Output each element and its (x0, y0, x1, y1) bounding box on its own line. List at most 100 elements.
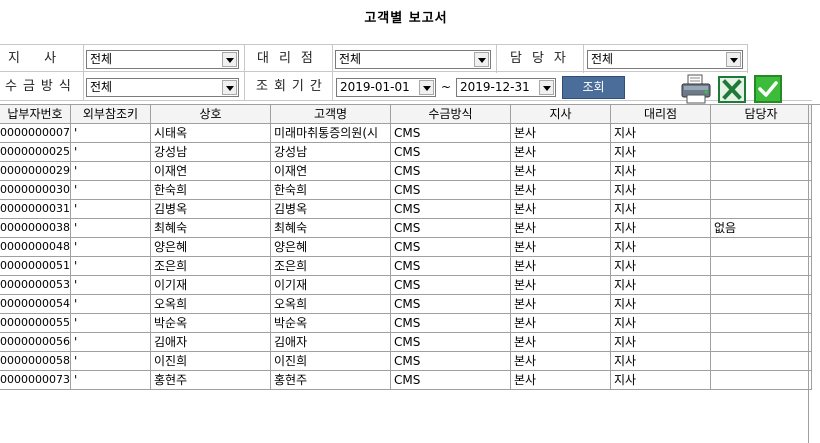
column-header[interactable]: 수금방식 (390, 105, 511, 124)
table-cell: 0000000051 (0, 256, 71, 276)
page-title: 고객별 보고서 (364, 11, 448, 26)
chevron-down-icon[interactable] (726, 52, 741, 67)
table-cell: 지사 (610, 256, 711, 276)
column-header[interactable]: 지사 (510, 105, 611, 124)
table-cell: CMS (390, 237, 511, 257)
table-cell: 지사 (610, 218, 711, 238)
table-cell: 0000000048 (0, 237, 71, 257)
grid-right-border (808, 104, 809, 443)
table-cell: ' (70, 123, 151, 143)
table-cell: 이기재 (270, 275, 391, 295)
divider (244, 73, 245, 101)
table-row[interactable]: 0000000051 ' 조은희 조은희 CMS 본사 지사 (0, 256, 812, 276)
table-cell: 0000000056 (0, 332, 71, 352)
table-row[interactable]: 0000000031 ' 김병옥 김병옥 CMS 본사 지사 (0, 199, 812, 219)
table-cell: 강성남 (150, 142, 271, 162)
table-cell: 지사 (610, 237, 711, 257)
date-to-value: 2019-12-31 (460, 80, 530, 94)
chevron-down-icon[interactable] (474, 52, 489, 67)
table-cell: 지사 (610, 313, 711, 333)
divider (332, 73, 333, 101)
customer-grid: 납부자번호 외부참조키 상호 고객명 수금방식 지사 대리점 담당자 0000000007 ' 시… (0, 104, 820, 443)
table-cell: 0000000053 (0, 275, 71, 295)
chevron-down-icon[interactable] (222, 52, 237, 67)
table-cell: 본사 (510, 199, 611, 219)
agency-select-value: 전체 (339, 52, 362, 66)
chevron-down-icon[interactable] (539, 80, 554, 95)
table-row[interactable]: 0000000048 ' 양은혜 양은혜 CMS 본사 지사 (0, 237, 812, 257)
manager-select[interactable]: 전체 (587, 50, 743, 69)
table-row[interactable]: 0000000056 ' 김애자 김애자 CMS 본사 지사 (0, 332, 812, 352)
table-row[interactable]: 0000000030 ' 한숙희 한숙희 CMS 본사 지사 (0, 180, 812, 200)
table-cell: 본사 (510, 313, 611, 333)
table-cell: 본사 (510, 123, 611, 143)
table-cell: CMS (390, 370, 511, 390)
date-from-picker[interactable]: 2019-01-01 (336, 78, 436, 97)
table-cell: 본사 (510, 332, 611, 352)
table-cell: 본사 (510, 370, 611, 390)
column-header[interactable]: 고객명 (270, 105, 391, 124)
table-cell: 본사 (510, 275, 611, 295)
manager-label: 담당자 (510, 51, 576, 66)
table-cell (710, 199, 812, 219)
table-cell: 본사 (510, 218, 611, 238)
table-cell: 이기재 (150, 275, 271, 295)
table-cell: 박순옥 (270, 313, 391, 333)
table-row[interactable]: 0000000007 ' 시태옥 미래마취통증의원(시 CMS 본사 지사 (0, 123, 812, 143)
table-cell (710, 161, 812, 181)
column-header[interactable]: 담당자 (710, 105, 812, 124)
table-row[interactable]: 0000000025 ' 강성남 강성남 CMS 본사 지사 (0, 142, 812, 162)
branch-select[interactable]: 전체 (86, 50, 239, 69)
divider (583, 45, 584, 73)
table-cell: 김애자 (270, 332, 391, 352)
payment-select[interactable]: 전체 (86, 78, 239, 97)
date-to-picker[interactable]: 2019-12-31 (456, 78, 556, 97)
manager-select-value: 전체 (591, 52, 614, 66)
column-header[interactable]: 납부자번호 (0, 105, 71, 124)
table-cell: 본사 (510, 161, 611, 181)
check-icon[interactable] (754, 75, 782, 103)
table-cell: 지사 (610, 142, 711, 162)
table-cell: 0000000029 (0, 161, 71, 181)
excel-icon[interactable] (718, 76, 746, 103)
table-cell: 지사 (610, 294, 711, 314)
table-row[interactable]: 0000000054 ' 오옥희 오옥희 CMS 본사 지사 (0, 294, 812, 314)
table-cell: 지사 (610, 161, 711, 181)
chevron-down-icon[interactable] (419, 80, 434, 95)
table-cell: 김병옥 (150, 199, 271, 219)
table-cell: 본사 (510, 256, 611, 276)
payment-select-value: 전체 (90, 80, 113, 94)
table-cell: 0000000058 (0, 351, 71, 371)
table-row[interactable]: 0000000073 ' 홍현주 홍현주 CMS 본사 지사 (0, 370, 812, 390)
table-cell: 지사 (610, 332, 711, 352)
table-body: 0000000007 ' 시태옥 미래마취통증의원(시 CMS 본사 지사 000000002… (0, 123, 812, 390)
table-cell (710, 294, 812, 314)
table-cell: 시태옥 (150, 123, 271, 143)
table-cell: 박순옥 (150, 313, 271, 333)
agency-select[interactable]: 전체 (335, 50, 491, 69)
chevron-down-icon[interactable] (222, 80, 237, 95)
table-cell: ' (70, 142, 151, 162)
column-header[interactable]: 상호 (150, 105, 271, 124)
table-row[interactable]: 0000000055 ' 박순옥 박순옥 CMS 본사 지사 (0, 313, 812, 333)
table-cell: CMS (390, 218, 511, 238)
branch-label: 지 사 (8, 51, 67, 66)
column-header[interactable]: 외부참조키 (70, 105, 151, 124)
table-row[interactable]: 0000000038 ' 최혜숙 최혜숙 CMS 본사 지사 없음 (0, 218, 812, 238)
table-cell: CMS (390, 294, 511, 314)
table-row[interactable]: 0000000058 ' 이진희 이진희 CMS 본사 지사 (0, 351, 812, 371)
search-button[interactable]: 조회 (562, 76, 625, 99)
table-row[interactable]: 0000000053 ' 이기재 이기재 CMS 본사 지사 (0, 275, 812, 295)
table-cell: 오옥희 (150, 294, 271, 314)
table-cell: 지사 (610, 275, 711, 295)
printer-icon[interactable] (679, 73, 713, 105)
table-cell: 양은혜 (270, 237, 391, 257)
table-cell: 이재연 (150, 161, 271, 181)
table-cell: 양은혜 (150, 237, 271, 257)
table-cell: 없음 (710, 218, 812, 238)
table-cell: ' (70, 256, 151, 276)
table-cell (710, 237, 812, 257)
table-row[interactable]: 0000000029 ' 이재연 이재연 CMS 본사 지사 (0, 161, 812, 181)
table-cell: 0000000025 (0, 142, 71, 162)
column-header[interactable]: 대리점 (610, 105, 711, 124)
